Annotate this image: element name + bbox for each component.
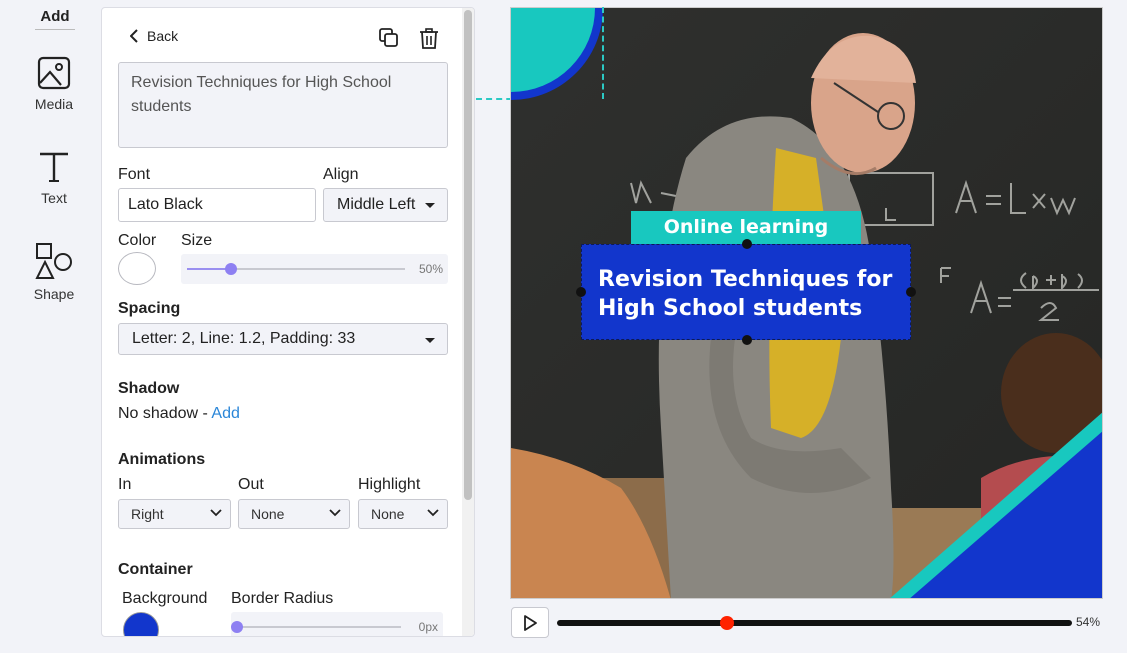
resize-handle-right[interactable] [906, 287, 916, 297]
trash-icon[interactable] [419, 28, 439, 49]
size-value: 50% [418, 262, 443, 276]
anim-out-value: None [251, 506, 285, 522]
image-icon [37, 56, 71, 90]
border-radius-value: 0px [418, 620, 438, 634]
font-label: Font [118, 166, 151, 183]
spacing-label: Spacing [118, 300, 181, 317]
chevron-down-icon [210, 509, 222, 517]
shadow-status: No shadow - Add [118, 405, 240, 423]
shadow-value: No shadow - [118, 405, 212, 422]
chevron-down-icon [427, 509, 439, 517]
rail-item-shape-label: Shape [33, 286, 75, 302]
size-slider-knob[interactable] [224, 263, 237, 275]
shadow-label: Shadow [118, 380, 180, 397]
background-color-swatch[interactable] [123, 612, 159, 636]
back-button[interactable]: Back [130, 28, 178, 44]
caret-down-icon [425, 203, 435, 208]
chevron-down-icon [329, 509, 341, 517]
caret-down-icon [425, 338, 435, 343]
add-title: Add [35, 8, 75, 30]
align-value: Middle Left [337, 196, 416, 213]
timeline-percent: 54% [1076, 615, 1101, 629]
anim-out-label: Out [238, 476, 264, 493]
resize-handle-bottom[interactable] [742, 335, 752, 345]
anim-in-value: Right [131, 506, 164, 522]
align-label: Align [323, 166, 359, 183]
border-radius-slider-track[interactable] [231, 621, 401, 633]
rail-item-text-label: Text [41, 190, 67, 206]
border-radius-slider[interactable]: 0px [231, 612, 443, 636]
resize-handle-left[interactable] [576, 287, 586, 297]
anim-out-select[interactable]: None [238, 499, 350, 529]
play-button[interactable] [511, 607, 549, 638]
anim-highlight-select[interactable]: None [358, 499, 448, 529]
border-radius-label: Border Radius [231, 590, 334, 607]
duplicate-icon[interactable] [379, 28, 399, 48]
add-shadow-link[interactable]: Add [211, 405, 239, 422]
rail-item-shape[interactable]: Shape [14, 242, 94, 302]
anim-highlight-value: None [371, 506, 405, 522]
headline-text-box[interactable]: Revision Techniques for High School stud… [581, 244, 911, 340]
back-label: Back [147, 28, 179, 44]
anim-in-label: In [118, 476, 132, 493]
rail-item-media[interactable]: Media [14, 56, 94, 112]
guide-line-vertical [602, 7, 604, 99]
shapes-icon [35, 243, 72, 279]
panel-scrollbar[interactable] [462, 8, 474, 636]
resize-handle-top[interactable] [742, 239, 752, 249]
rail-item-text[interactable]: Text [14, 150, 94, 206]
color-label: Color [118, 232, 157, 249]
animations-label: Animations [118, 451, 206, 468]
anim-highlight-label: Highlight [358, 476, 421, 493]
font-input[interactable] [118, 188, 316, 222]
play-icon [524, 614, 537, 631]
text-color-swatch[interactable] [118, 252, 156, 285]
anim-in-select[interactable]: Right [118, 499, 231, 529]
size-slider[interactable]: 50% [181, 254, 448, 284]
size-slider-track[interactable] [187, 263, 405, 275]
align-dropdown[interactable]: Middle Left [323, 188, 448, 222]
timeline-scrubber[interactable] [719, 616, 734, 630]
text-properties-panel: Back Revision Techniques for High School… [101, 7, 475, 637]
size-label: Size [181, 232, 213, 249]
text-t-icon [40, 152, 68, 182]
spacing-value: Letter: 2, Line: 1.2, Padding: 33 [132, 330, 356, 347]
container-label: Container [118, 561, 193, 578]
background-label: Background [122, 590, 208, 607]
rail-item-media-label: Media [34, 96, 74, 112]
chevron-left-icon [130, 29, 138, 43]
text-content-input[interactable]: Revision Techniques for High School stud… [118, 62, 448, 148]
border-radius-slider-knob[interactable] [231, 621, 243, 633]
panel-scrollbar-thumb[interactable] [464, 10, 472, 500]
add-rail: Add Media Text Shape [0, 0, 102, 653]
spacing-dropdown[interactable]: Letter: 2, Line: 1.2, Padding: 33 [118, 323, 448, 355]
timeline-track[interactable] [557, 616, 1072, 630]
